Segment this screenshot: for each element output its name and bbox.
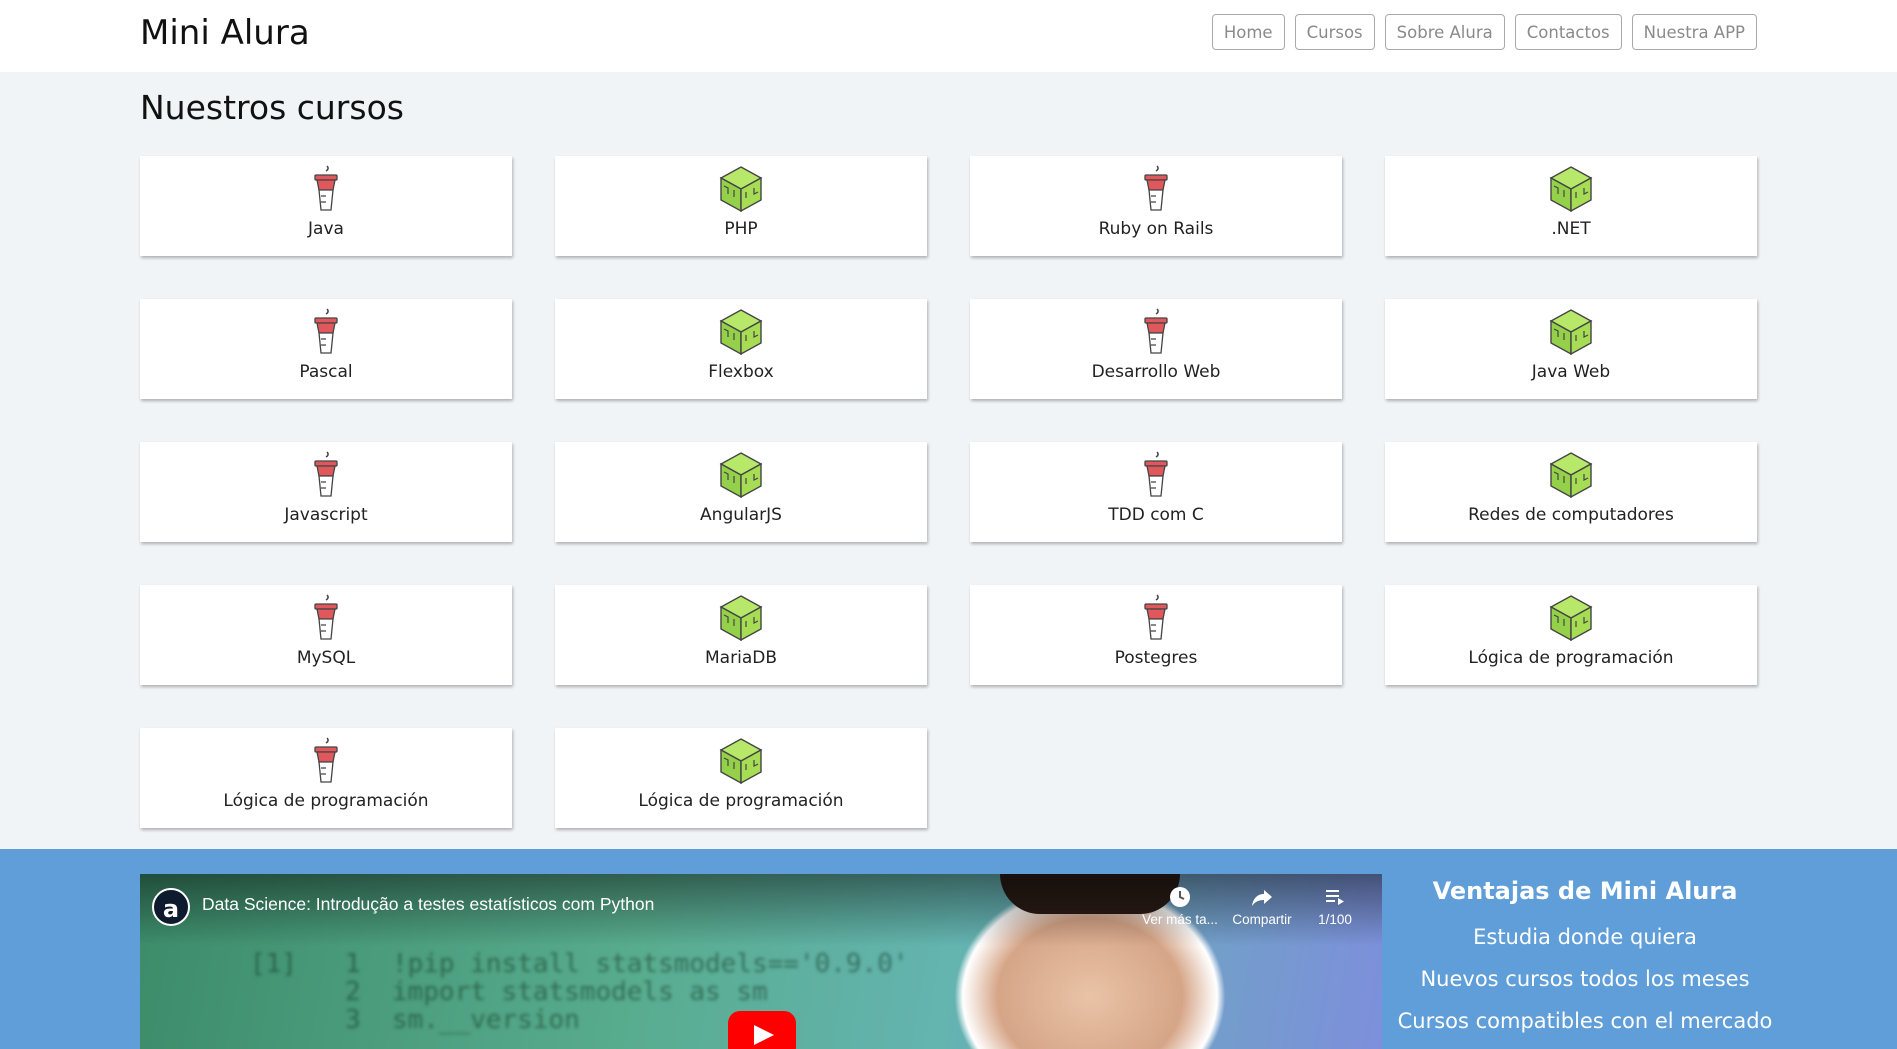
course-card[interactable]: .NET xyxy=(1385,156,1757,256)
course-label: Java xyxy=(308,219,344,239)
course-card[interactable]: Ruby on Rails xyxy=(970,156,1342,256)
course-label: MySQL xyxy=(296,648,356,668)
course-label: AngularJS xyxy=(700,505,782,525)
advantages-title: Ventajas de Mini Alura xyxy=(1432,877,1738,905)
course-label: Pascal xyxy=(299,362,353,382)
nav-home[interactable]: Home xyxy=(1211,14,1285,50)
cube-icon xyxy=(719,452,763,499)
advantage-item: Nuevos cursos todos los meses xyxy=(1420,967,1750,991)
course-label: Flexbox xyxy=(708,362,774,382)
share-label: Compartir xyxy=(1232,912,1292,927)
code-line-number: [1] xyxy=(250,949,297,979)
cup-icon xyxy=(314,451,338,497)
code-line-3: 3 sm.__version xyxy=(345,1005,580,1035)
play-button[interactable] xyxy=(728,1011,796,1049)
course-label: Ruby on Rails xyxy=(1098,219,1214,239)
course-card[interactable]: MySQL xyxy=(140,585,512,685)
course-label: Lógica de programación xyxy=(638,791,844,811)
code-line-2: 2 import statsmodels as sm xyxy=(345,977,768,1007)
cup-icon xyxy=(314,737,338,783)
course-card[interactable]: Redes de computadores xyxy=(1385,442,1757,542)
share-button[interactable]: Compartir xyxy=(1222,886,1302,927)
playlist-icon xyxy=(1326,890,1344,905)
share-icon xyxy=(1252,890,1272,906)
nav-contactos[interactable]: Contactos xyxy=(1514,14,1622,50)
cube-icon xyxy=(719,738,763,785)
advantage-item: Estudia donde quiera xyxy=(1473,925,1697,949)
cup-icon xyxy=(1144,594,1168,640)
course-grid: Java PHP Ruby on Rails .NET Pascal Flexbox Des… xyxy=(140,156,1757,828)
cup-icon xyxy=(1144,451,1168,497)
course-label: .NET xyxy=(1551,219,1591,239)
cube-icon xyxy=(1549,452,1593,499)
cube-icon xyxy=(1549,309,1593,356)
course-card[interactable]: Lógica de programación xyxy=(1385,585,1757,685)
course-label: MariaDB xyxy=(705,648,777,668)
site-logo[interactable]: Mini Alura xyxy=(140,12,310,54)
cup-icon xyxy=(314,594,338,640)
course-label: Redes de computadores xyxy=(1468,505,1674,525)
main-nav: Home Cursos Sobre Alura Contactos Nuestr… xyxy=(1211,14,1757,50)
course-label: PHP xyxy=(724,219,758,239)
site-header: Mini Alura Home Cursos Sobre Alura Conta… xyxy=(0,0,1897,72)
course-card[interactable]: Lógica de programación xyxy=(555,728,927,828)
video-player[interactable]: [1] 1 !pip install statsmodels=='0.9.0' … xyxy=(140,874,1382,1049)
playlist-button[interactable]: 1/100 xyxy=(1295,886,1375,927)
course-card[interactable]: Pascal xyxy=(140,299,512,399)
nav-sobre-alura[interactable]: Sobre Alura xyxy=(1384,14,1505,50)
watch-later-button[interactable]: Ver más ta... xyxy=(1140,886,1220,927)
advantage-item: Cursos compatibles con el mercado xyxy=(1397,1009,1773,1033)
nav-nuestra-app[interactable]: Nuestra APP xyxy=(1631,14,1757,50)
playlist-counter: 1/100 xyxy=(1318,912,1352,927)
cup-icon xyxy=(1144,308,1168,354)
course-card[interactable]: Flexbox xyxy=(555,299,927,399)
course-label: Javascript xyxy=(284,505,368,525)
cube-icon xyxy=(719,309,763,356)
code-line-1: 1 !pip install statsmodels=='0.9.0' xyxy=(345,949,909,979)
nav-cursos[interactable]: Cursos xyxy=(1294,14,1375,50)
course-card[interactable]: Lógica de programación xyxy=(140,728,512,828)
page-title: Nuestros cursos xyxy=(140,88,404,127)
course-card[interactable]: Java xyxy=(140,156,512,256)
course-label: Desarrollo Web xyxy=(1091,362,1221,382)
course-label: Lógica de programación xyxy=(1468,648,1674,668)
advantages-panel: Ventajas de Mini Alura Estudia donde qui… xyxy=(1385,874,1785,1042)
channel-logo[interactable]: a xyxy=(152,888,190,926)
course-label: Lógica de programación xyxy=(223,791,429,811)
course-card[interactable]: TDD com C xyxy=(970,442,1342,542)
course-card[interactable]: AngularJS xyxy=(555,442,927,542)
video-title[interactable]: Data Science: Introdução a testes estatí… xyxy=(202,894,654,915)
course-card[interactable]: MariaDB xyxy=(555,585,927,685)
course-label: TDD com C xyxy=(1108,505,1204,525)
cube-icon xyxy=(1549,166,1593,213)
cube-icon xyxy=(719,166,763,213)
clock-icon xyxy=(1170,887,1190,907)
cup-icon xyxy=(1144,165,1168,211)
course-card[interactable]: Desarrollo Web xyxy=(970,299,1342,399)
course-card[interactable]: PHP xyxy=(555,156,927,256)
footer-section: [1] 1 !pip install statsmodels=='0.9.0' … xyxy=(0,849,1897,1049)
watch-later-label: Ver más ta... xyxy=(1142,912,1218,927)
course-label: Java Web xyxy=(1531,362,1611,382)
course-card[interactable]: Javascript xyxy=(140,442,512,542)
course-card[interactable]: Java Web xyxy=(1385,299,1757,399)
course-card[interactable]: Postegres xyxy=(970,585,1342,685)
cup-icon xyxy=(314,165,338,211)
course-label: Postegres xyxy=(1114,648,1198,668)
cube-icon xyxy=(719,595,763,642)
cube-icon xyxy=(1549,595,1593,642)
cup-icon xyxy=(314,308,338,354)
